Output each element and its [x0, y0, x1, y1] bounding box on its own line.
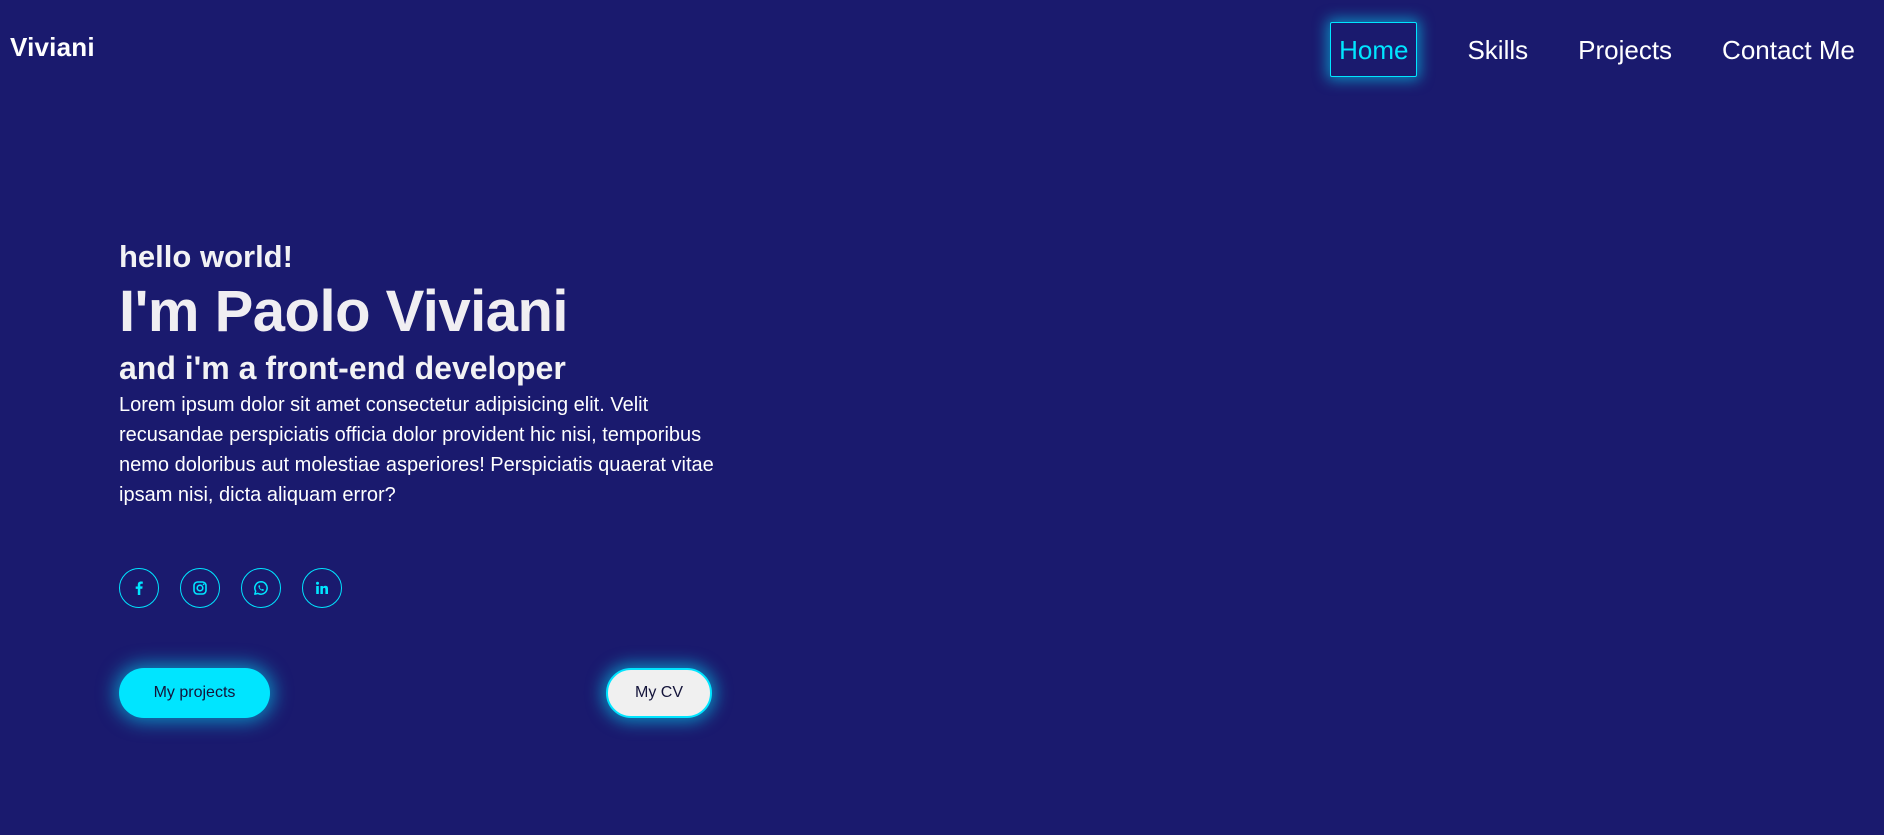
- whatsapp-icon: [254, 581, 268, 595]
- nav-skills[interactable]: Skills: [1467, 37, 1528, 63]
- nav-projects[interactable]: Projects: [1578, 37, 1672, 63]
- hero-description: Lorem ipsum dolor sit amet consectetur a…: [119, 394, 714, 506]
- hero-section: hello world! I'm Paolo Viviani and i'm a…: [119, 236, 719, 510]
- my-projects-button[interactable]: My projects: [119, 668, 270, 718]
- linkedin-link[interactable]: [302, 568, 342, 608]
- nav-contact[interactable]: Contact Me: [1722, 37, 1855, 63]
- facebook-icon: [135, 581, 143, 595]
- linkedin-icon: [316, 581, 328, 594]
- whatsapp-link[interactable]: [241, 568, 281, 608]
- my-cv-button[interactable]: My CV: [606, 668, 712, 718]
- facebook-link[interactable]: [119, 568, 159, 608]
- hero-role: and i'm a front-end developer: [119, 350, 566, 386]
- hero-name: I'm Paolo Viviani: [119, 279, 569, 344]
- instagram-icon: [193, 581, 207, 595]
- social-links: [119, 568, 363, 608]
- site-logo[interactable]: Viviani: [10, 32, 95, 63]
- hero-greeting: hello world!: [119, 239, 293, 274]
- nav-home[interactable]: Home: [1330, 22, 1418, 77]
- main-nav: Home Skills Projects Contact Me: [1330, 22, 1855, 77]
- instagram-link[interactable]: [180, 568, 220, 608]
